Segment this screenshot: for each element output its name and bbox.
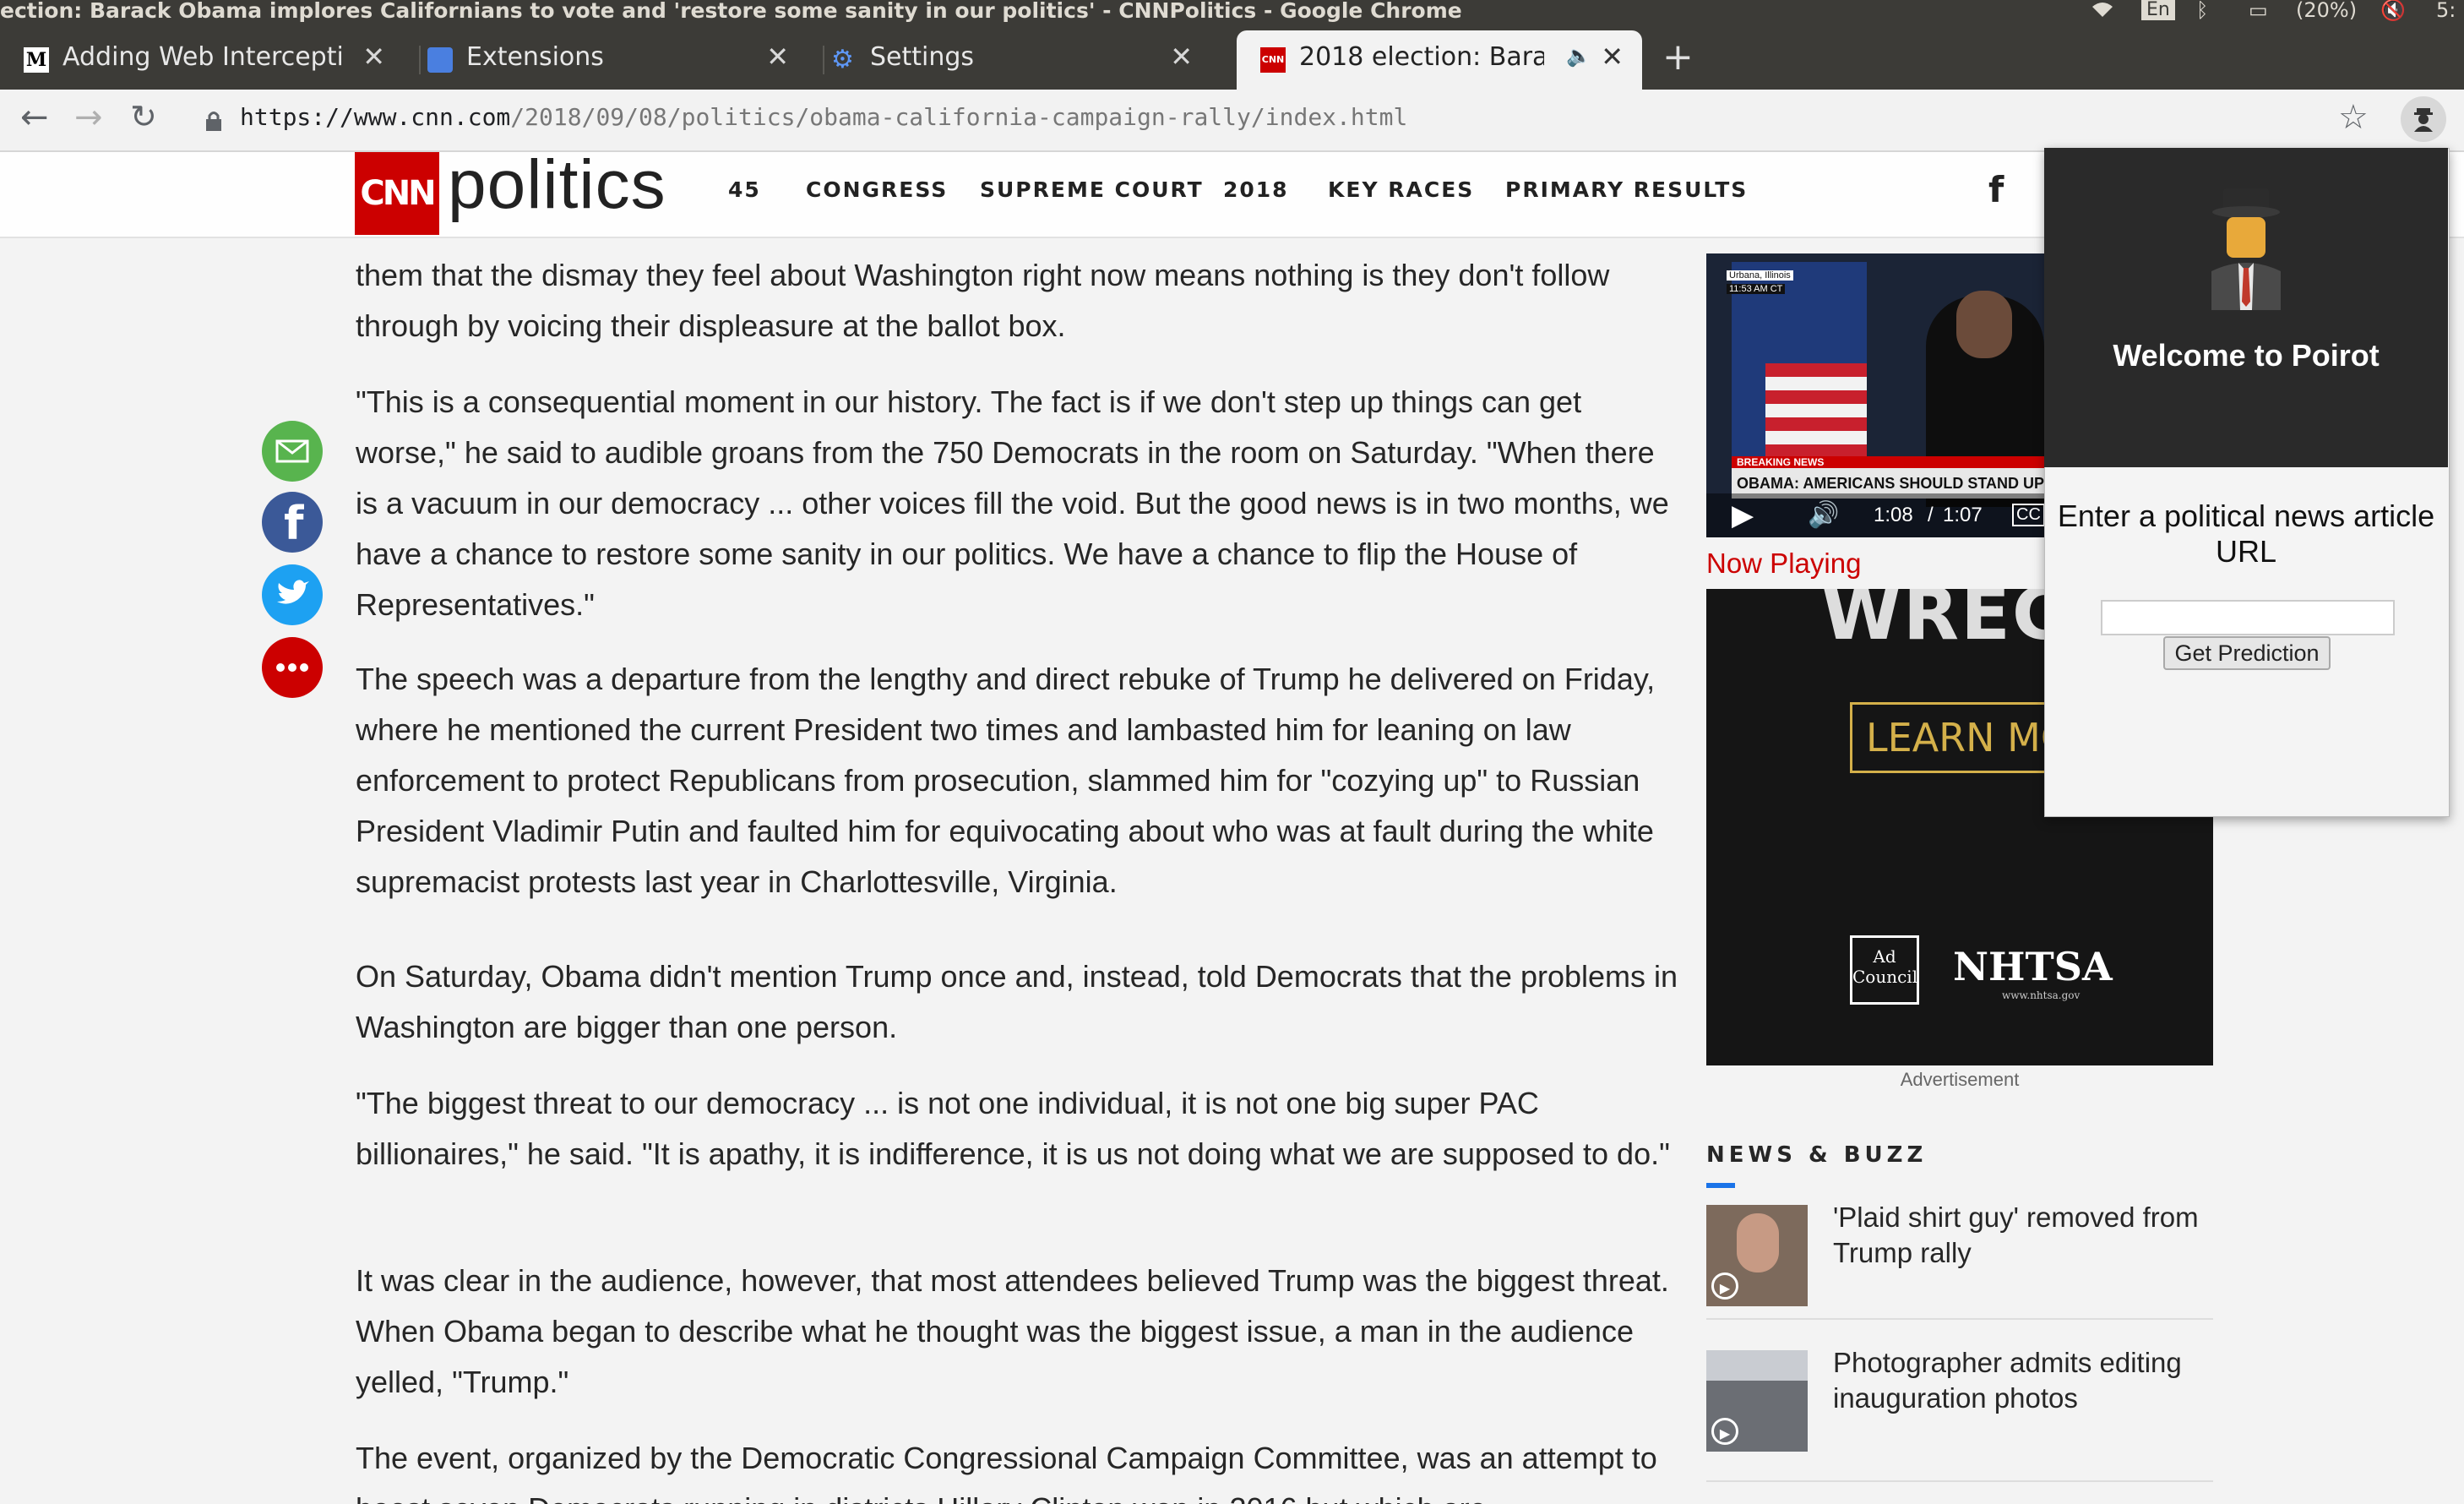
- play-icon: ▶: [1711, 1418, 1738, 1445]
- tab-adding-web-interception[interactable]: M Adding Web Interception ✕: [0, 30, 404, 90]
- video-duration: 1:07: [1943, 504, 1983, 526]
- news-headline[interactable]: 'Plaid shirt guy' removed from Trump ral…: [1833, 1200, 2205, 1271]
- nav-supreme-court[interactable]: SUPREME COURT: [980, 177, 1204, 202]
- volume-muted-icon[interactable]: 🔇: [2380, 0, 2406, 22]
- news-headline[interactable]: Photographer admits editing inauguration…: [1833, 1345, 2205, 1416]
- speaker-head: [1956, 291, 2012, 358]
- nav-2018[interactable]: 2018: [1223, 177, 1289, 202]
- politics-section-title[interactable]: politics: [448, 145, 666, 225]
- facebook-icon[interactable]: f: [1988, 169, 2004, 210]
- tab-extensions[interactable]: Extensions ✕: [404, 30, 808, 90]
- breaking-news-banner: BREAKING NEWS: [1732, 456, 2058, 468]
- nav-primary-results[interactable]: PRIMARY RESULTS: [1505, 177, 1748, 202]
- video-time: 11:53 AM CT: [1727, 284, 1786, 294]
- forward-button[interactable]: →: [74, 98, 103, 137]
- nav-key-races[interactable]: KEY RACES: [1328, 177, 1474, 202]
- battery-icon[interactable]: ▭: [2249, 0, 2268, 22]
- tab-label: 2018 election: Barack: [1299, 42, 1544, 72]
- article-paragraph: It was clear in the audience, however, t…: [356, 1263, 1669, 1399]
- detective-icon: [2414, 108, 2433, 132]
- url-path: /2018/09/08/politics/obama-california-ca…: [510, 103, 1408, 131]
- tab-strip: M Adding Web Interception ✕ Extensions ✕…: [0, 22, 2464, 90]
- ad-council-logo: Ad Council: [1850, 935, 1919, 1005]
- article-paragraph: them that the dismay they feel about Was…: [356, 258, 1610, 343]
- cnn-logo[interactable]: CNN: [355, 152, 439, 235]
- window-title: ection: Barack Obama implores California…: [0, 0, 1462, 23]
- facebook-share-icon[interactable]: f: [262, 492, 323, 553]
- article-paragraph: "This is a consequential moment in our h…: [356, 384, 1669, 622]
- clock[interactable]: 5:: [2436, 0, 2456, 22]
- close-icon[interactable]: ✕: [766, 41, 789, 73]
- cnn-icon: CNN: [1260, 47, 1286, 73]
- lock-icon[interactable]: [204, 110, 223, 135]
- volume-icon[interactable]: 🔊: [1808, 500, 1839, 530]
- play-icon: ▶: [1711, 1272, 1738, 1300]
- email-share-icon[interactable]: [262, 421, 323, 482]
- detective-icon: [2211, 188, 2281, 310]
- back-button[interactable]: ←: [20, 98, 49, 137]
- keyboard-layout-indicator[interactable]: En: [2141, 0, 2175, 20]
- video-time-separator: /: [1928, 504, 1934, 526]
- close-icon[interactable]: ✕: [362, 41, 385, 73]
- popup-prompt-text: Enter a political news article URL: [2057, 499, 2435, 569]
- battery-percentage: (20%): [2296, 0, 2358, 22]
- nhtsa-url: www.nhtsa.gov: [2002, 989, 2081, 1001]
- play-icon[interactable]: ▶: [1732, 499, 1754, 532]
- heading-accent: [1706, 1183, 1735, 1188]
- bookmark-star-icon[interactable]: ☆: [2338, 98, 2369, 137]
- browser-toolbar: ← → ↻ https://www.cnn.com/2018/09/08/pol…: [0, 90, 2464, 152]
- now-playing-label: Now Playing: [1706, 548, 1862, 579]
- tab-label: Adding Web Interception: [63, 42, 341, 72]
- tab-label: Extensions: [466, 42, 604, 72]
- gear-icon: ⚙: [831, 45, 854, 74]
- nav-45[interactable]: 45: [728, 177, 761, 202]
- video-location: Urbana, Illinois: [1727, 270, 1793, 281]
- new-tab-button[interactable]: +: [1662, 35, 1694, 79]
- closed-captions-button[interactable]: CC: [2012, 504, 2045, 526]
- nav-congress[interactable]: CONGRESS: [806, 177, 948, 202]
- os-title-bar: ection: Barack Obama implores California…: [0, 0, 2464, 23]
- article-paragraph: The speech was a departure from the leng…: [356, 662, 1656, 899]
- audio-playing-icon[interactable]: 🔈: [1566, 44, 1591, 68]
- get-prediction-button[interactable]: Get Prediction: [2163, 636, 2331, 670]
- puzzle-icon: [427, 47, 453, 73]
- advertisement-label: Advertisement: [1900, 1069, 2020, 1090]
- news-buzz-heading: NEWS & BUZZ: [1706, 1142, 1928, 1168]
- close-icon[interactable]: ✕: [1601, 41, 1624, 73]
- news-thumbnail[interactable]: ▶: [1706, 1205, 1808, 1306]
- reload-button[interactable]: ↻: [130, 98, 157, 135]
- news-thumbnail[interactable]: ▶: [1706, 1350, 1808, 1452]
- article-url-input[interactable]: [2101, 600, 2395, 635]
- tab-cnn-article[interactable]: CNN 2018 election: Barack 🔈 ✕: [1237, 30, 1642, 90]
- popup-header: [2044, 148, 2448, 467]
- close-icon[interactable]: ✕: [1170, 41, 1193, 73]
- article-paragraph: The event, organized by the Democratic C…: [356, 1441, 1657, 1504]
- poirot-extension-button[interactable]: [2401, 96, 2446, 142]
- url-bar[interactable]: https://www.cnn.com/2018/09/08/politics/…: [240, 103, 1407, 131]
- more-share-icon[interactable]: [262, 637, 323, 698]
- twitter-share-icon[interactable]: [262, 564, 323, 625]
- tab-label: Settings: [870, 42, 975, 72]
- tab-settings[interactable]: ⚙ Settings ✕: [808, 30, 1211, 90]
- article-paragraph: "The biggest threat to our democracy ...…: [356, 1086, 1670, 1171]
- bluetooth-icon[interactable]: ᛒ: [2196, 0, 2208, 22]
- url-host: https://www.cnn.com: [240, 103, 511, 131]
- video-elapsed: 1:08: [1874, 504, 1913, 526]
- nhtsa-logo: NHTSA: [1953, 944, 2113, 989]
- news-buzz-item[interactable]: ▶ 'Plaid shirt guy' removed from Trump r…: [1706, 1191, 2213, 1320]
- news-buzz-item[interactable]: ▶ Photographer admits editing inaugurati…: [1706, 1337, 2213, 1482]
- medium-icon: M: [24, 47, 49, 73]
- article-paragraph: On Saturday, Obama didn't mention Trump …: [356, 959, 1678, 1044]
- popup-welcome-title: Welcome to Poirot: [2113, 338, 2380, 373]
